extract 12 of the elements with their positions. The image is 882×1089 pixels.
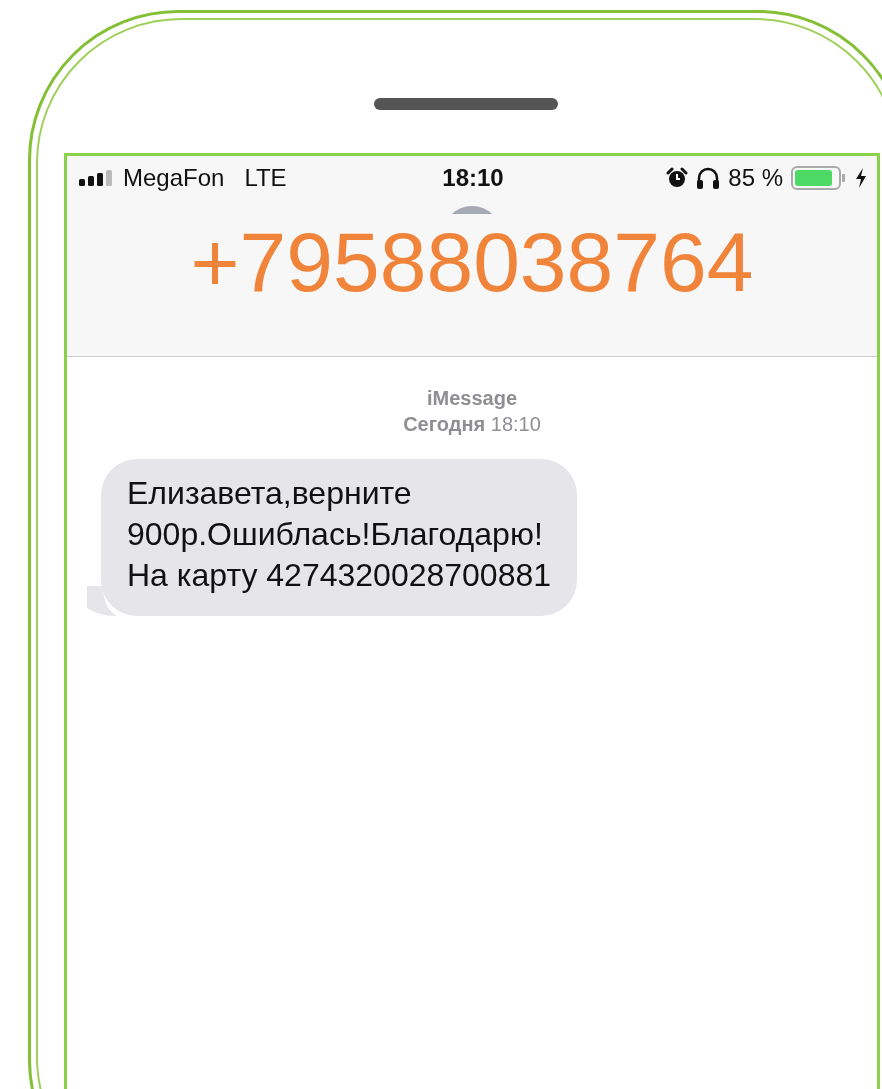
battery-icon <box>791 166 847 190</box>
bubble-tail <box>87 586 117 616</box>
battery-percent: 85 % <box>728 164 783 192</box>
service-label: iMessage <box>425 386 519 411</box>
carrier-name: MegaFon <box>123 164 225 192</box>
charging-bolt-icon <box>855 168 867 188</box>
network-type: LTE <box>244 164 287 192</box>
signal-icon <box>79 170 115 186</box>
message-timestamp: Сегодня 18:10 <box>402 412 542 437</box>
alarm-clock-icon <box>666 167 689 189</box>
status-time: 18:10 <box>442 164 504 192</box>
headphones-icon <box>696 167 721 189</box>
